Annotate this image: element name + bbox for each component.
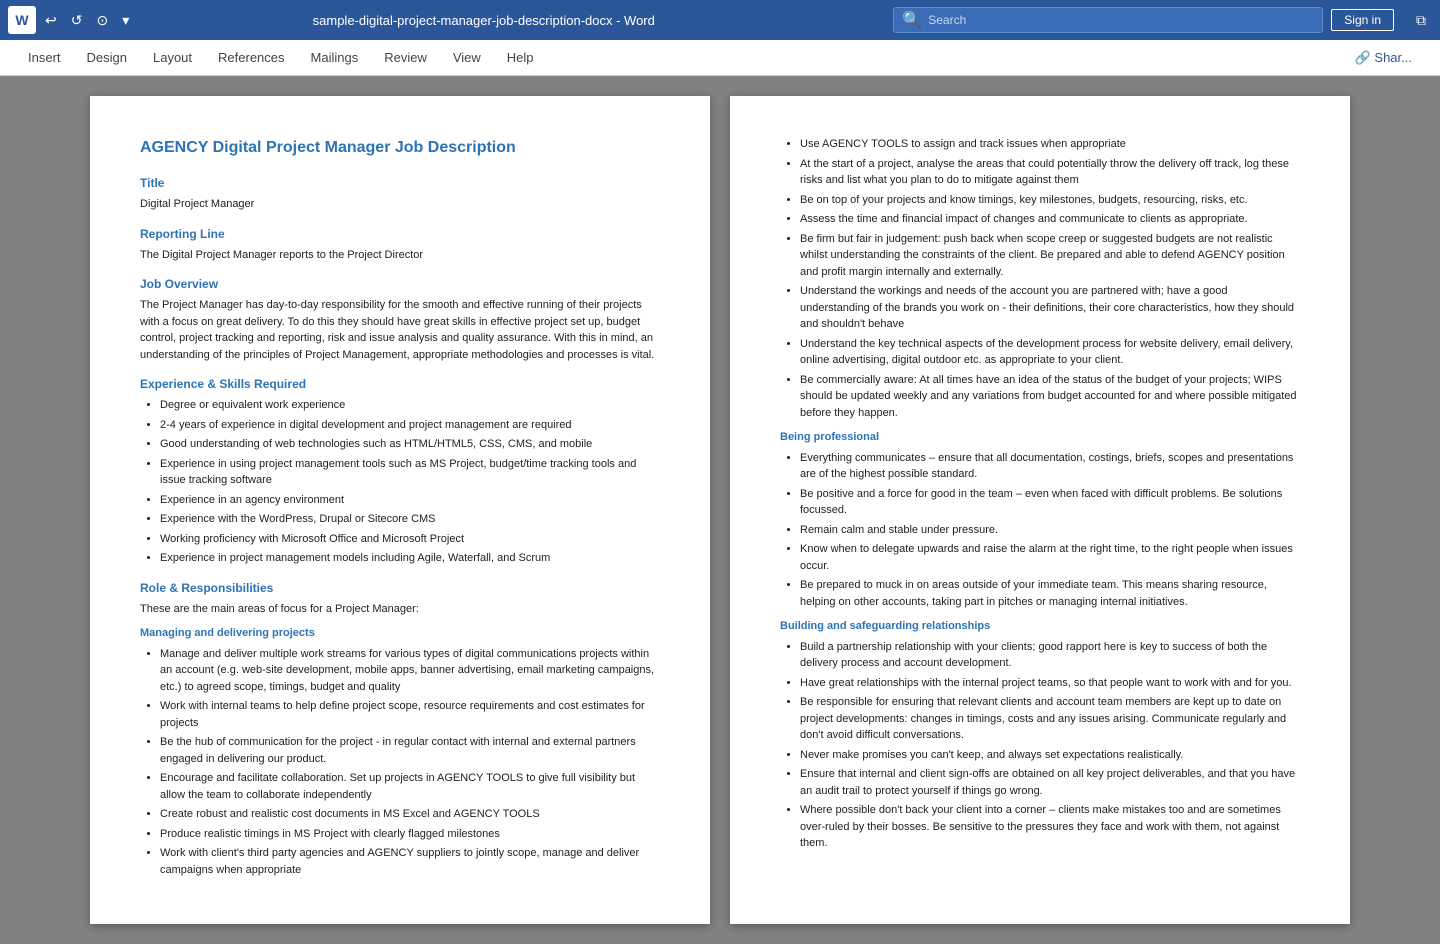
undo-button[interactable]: ↩ <box>40 10 62 31</box>
search-bar[interactable]: 🔍 <box>893 7 1323 33</box>
experience-list: Degree or equivalent work experience 2-4… <box>160 397 660 567</box>
word-icon: W <box>8 6 36 34</box>
list-item: Be the hub of communication for the proj… <box>160 734 660 767</box>
list-item: Work with internal teams to help define … <box>160 698 660 731</box>
title-bar: W ↩ ↺ ⊙ ▾ sample-digital-project-manager… <box>0 0 1440 40</box>
list-item: Understand the key technical aspects of … <box>800 336 1300 369</box>
share-button[interactable]: 🔗 Shar... <box>1343 44 1424 72</box>
list-item: Manage and deliver multiple work streams… <box>160 646 660 696</box>
tab-design[interactable]: Design <box>75 44 139 71</box>
page-1: AGENCY Digital Project Manager Job Descr… <box>90 96 710 924</box>
list-item: Experience with the WordPress, Drupal or… <box>160 511 660 528</box>
reporting-line-value: The Digital Project Manager reports to t… <box>140 247 660 264</box>
list-item: Understand the workings and needs of the… <box>800 283 1300 333</box>
subheading-building-relationships: Building and safeguarding relationships <box>780 618 1300 635</box>
list-item: Be prepared to muck in on areas outside … <box>800 577 1300 610</box>
window-controls: ⧉ <box>1410 10 1432 31</box>
section-role-heading: Role & Responsibilities <box>140 579 660 597</box>
list-item: Be firm but fair in judgement: push back… <box>800 231 1300 281</box>
section-title-heading: Title <box>140 174 660 192</box>
list-item: Produce realistic timings in MS Project … <box>160 826 660 843</box>
continued-list: Use AGENCY TOOLS to assign and track iss… <box>800 136 1300 421</box>
list-item: Be on top of your projects and know timi… <box>800 192 1300 209</box>
title-value: Digital Project Manager <box>140 196 660 213</box>
job-overview-text: The Project Manager has day-to-day respo… <box>140 297 660 363</box>
managing-list: Manage and deliver multiple work streams… <box>160 646 660 879</box>
list-item: At the start of a project, analyse the a… <box>800 156 1300 189</box>
document-area: AGENCY Digital Project Manager Job Descr… <box>0 76 1440 944</box>
list-item: Where possible don't back your client in… <box>800 802 1300 852</box>
list-item: Degree or equivalent work experience <box>160 397 660 414</box>
list-item: Working proficiency with Microsoft Offic… <box>160 531 660 548</box>
tab-view[interactable]: View <box>441 44 493 71</box>
role-intro-text: These are the main areas of focus for a … <box>140 601 660 618</box>
section-job-overview-heading: Job Overview <box>140 275 660 293</box>
ribbon: Insert Design Layout References Mailings… <box>0 40 1440 76</box>
list-item: Build a partnership relationship with yo… <box>800 639 1300 672</box>
list-item: Encourage and facilitate collaboration. … <box>160 770 660 803</box>
list-item: Assess the time and financial impact of … <box>800 211 1300 228</box>
section-reporting-line-heading: Reporting Line <box>140 225 660 243</box>
list-item: Remain calm and stable under pressure. <box>800 522 1300 539</box>
search-input[interactable] <box>928 13 1314 27</box>
list-item: Use AGENCY TOOLS to assign and track iss… <box>800 136 1300 153</box>
list-item: Experience in using project management t… <box>160 456 660 489</box>
professional-list: Everything communicates – ensure that al… <box>800 450 1300 611</box>
signin-button[interactable]: Sign in <box>1331 9 1394 31</box>
tab-references[interactable]: References <box>206 44 296 71</box>
subheading-managing: Managing and delivering projects <box>140 625 660 642</box>
tab-insert[interactable]: Insert <box>16 44 73 71</box>
title-bar-title: sample-digital-project-manager-job-descr… <box>82 13 885 28</box>
section-experience-heading: Experience & Skills Required <box>140 375 660 393</box>
list-item: Be positive and a force for good in the … <box>800 486 1300 519</box>
search-icon: 🔍 <box>902 10 922 30</box>
list-item: Have great relationships with the intern… <box>800 675 1300 692</box>
subheading-being-professional: Being professional <box>780 429 1300 446</box>
list-item: Experience in project management models … <box>160 550 660 567</box>
list-item: 2-4 years of experience in digital devel… <box>160 417 660 434</box>
list-item: Ensure that internal and client sign-off… <box>800 766 1300 799</box>
list-item: Be responsible for ensuring that relevan… <box>800 694 1300 744</box>
tab-review[interactable]: Review <box>372 44 439 71</box>
list-item: Good understanding of web technologies s… <box>160 436 660 453</box>
tab-layout[interactable]: Layout <box>141 44 204 71</box>
doc-title: AGENCY Digital Project Manager Job Descr… <box>140 136 660 160</box>
list-item: Experience in an agency environment <box>160 492 660 509</box>
list-item: Create robust and realistic cost documen… <box>160 806 660 823</box>
list-item: Know when to delegate upwards and raise … <box>800 541 1300 574</box>
tab-mailings[interactable]: Mailings <box>299 44 371 71</box>
list-item: Be commercially aware: At all times have… <box>800 372 1300 422</box>
tab-help[interactable]: Help <box>495 44 546 71</box>
list-item: Never make promises you can't keep, and … <box>800 747 1300 764</box>
list-item: Everything communicates – ensure that al… <box>800 450 1300 483</box>
restore-button[interactable]: ⧉ <box>1410 10 1432 31</box>
relationships-list: Build a partnership relationship with yo… <box>800 639 1300 852</box>
page-2: Use AGENCY TOOLS to assign and track iss… <box>730 96 1350 924</box>
list-item: Work with client's third party agencies … <box>160 845 660 878</box>
